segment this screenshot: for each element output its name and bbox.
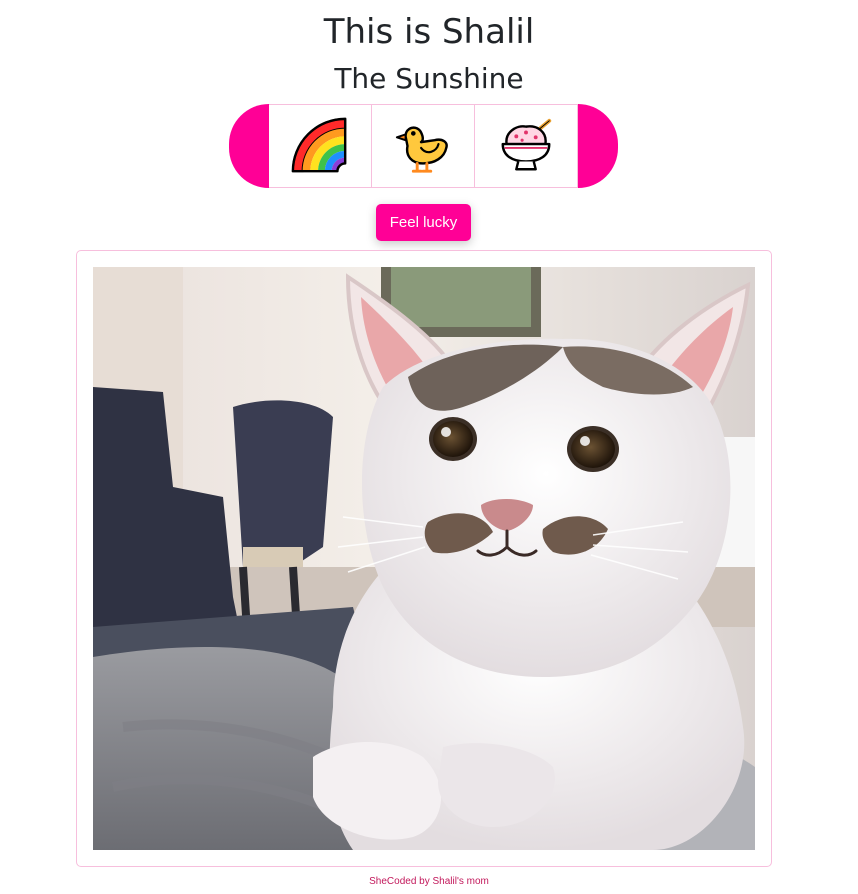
cat-photo-illustration bbox=[93, 267, 755, 850]
page-title: This is Shalil bbox=[323, 12, 535, 52]
baby-chick-icon bbox=[395, 126, 448, 173]
rainbow-icon bbox=[291, 117, 347, 173]
emoji-bar-left-cap bbox=[229, 104, 269, 188]
rainbow-button[interactable] bbox=[269, 104, 372, 188]
feel-lucky-button[interactable]: Feel lucky bbox=[376, 204, 471, 241]
emoji-button-group bbox=[229, 104, 618, 188]
shaved-ice-button[interactable] bbox=[475, 104, 578, 188]
shaved-ice-icon bbox=[501, 118, 552, 171]
page-subtitle: The Sunshine bbox=[334, 62, 524, 95]
page: This is Shalil The Sunshine Feel lucky S… bbox=[0, 0, 858, 894]
emoji-bar-right-cap bbox=[578, 104, 618, 188]
chick-button[interactable] bbox=[372, 104, 475, 188]
photo-card bbox=[76, 250, 772, 867]
cat-photo bbox=[93, 267, 755, 850]
footer-credit-link[interactable]: SheCoded by Shalil's mom bbox=[369, 876, 489, 887]
footer: SheCoded by Shalil's mom bbox=[0, 876, 858, 888]
